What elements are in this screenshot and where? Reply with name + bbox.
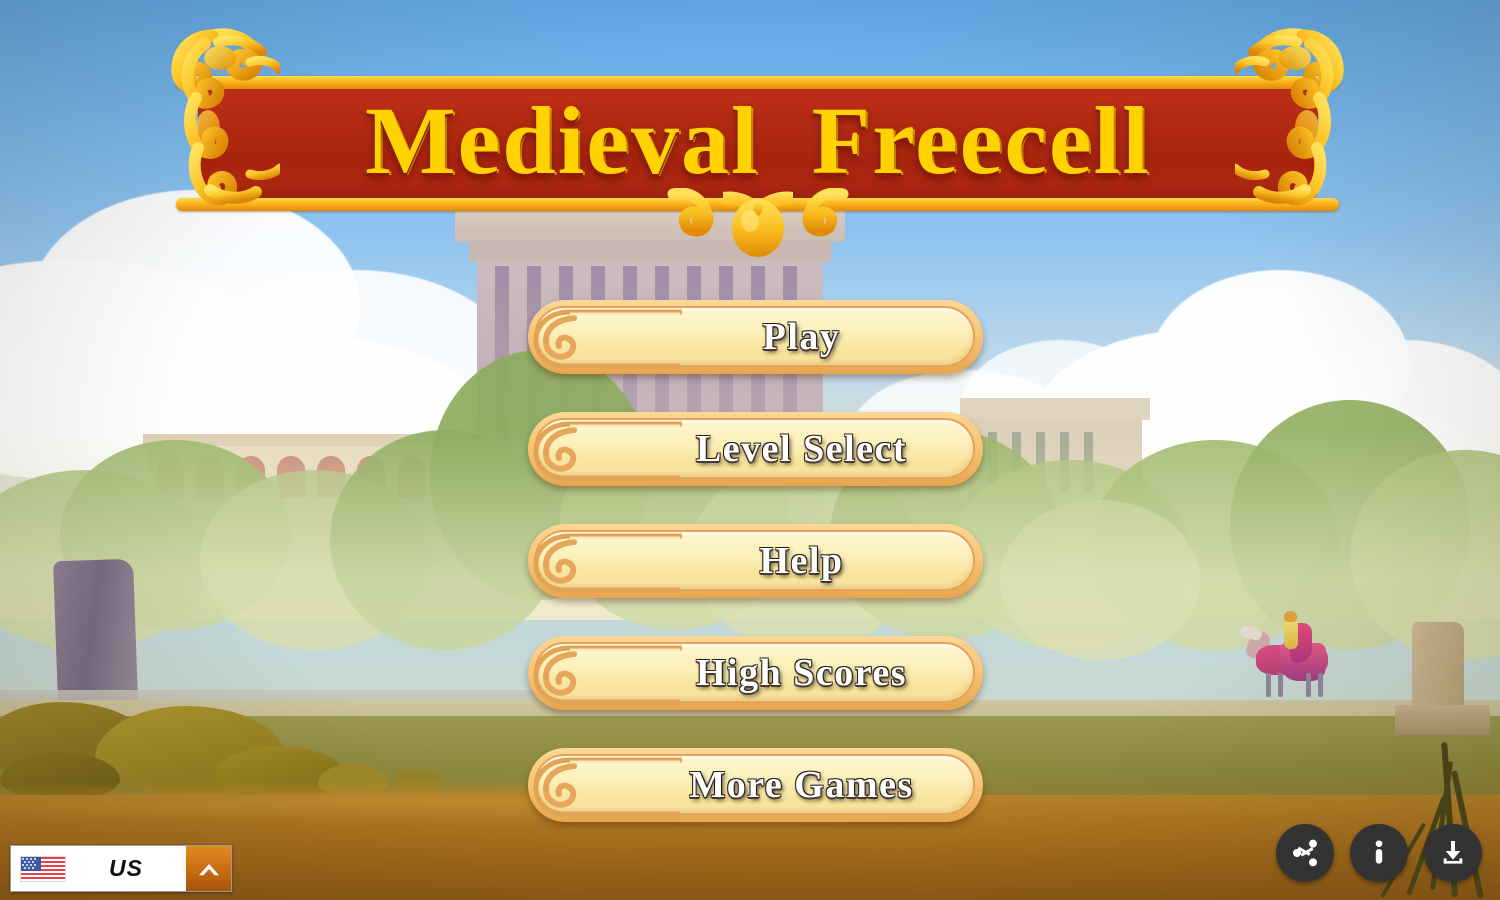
chevron-up-icon: [198, 863, 219, 875]
level-select-button[interactable]: Level Select: [528, 412, 983, 486]
play-button[interactable]: Play: [528, 300, 983, 374]
language-selector[interactable]: US: [10, 845, 232, 892]
info-button[interactable]: [1350, 824, 1408, 882]
main-menu: Play Level Select Help High Scores More …: [528, 300, 983, 860]
level-select-button-label: Level Select: [695, 428, 908, 470]
info-icon: [1375, 840, 1383, 864]
title-banner: Medieval Freecell: [150, 28, 1365, 257]
share-icon: [1293, 839, 1317, 867]
high-scores-button[interactable]: High Scores: [528, 636, 983, 710]
download-icon: [1443, 841, 1463, 864]
language-toggle-button[interactable]: [186, 846, 231, 891]
help-button-label: Help: [759, 540, 844, 582]
more-games-button[interactable]: More Games: [528, 748, 983, 822]
help-button[interactable]: Help: [528, 524, 983, 598]
more-games-button-label: More Games: [689, 764, 914, 806]
horse-and-rider: [1238, 611, 1340, 697]
share-button[interactable]: [1276, 824, 1334, 882]
pillar-base: [1395, 705, 1490, 735]
high-scores-button-label: High Scores: [695, 652, 908, 694]
play-button-label: Play: [762, 316, 841, 358]
game-title: Medieval Freecell: [365, 86, 1151, 194]
us-flag-icon: [20, 855, 66, 882]
language-code: US: [109, 855, 143, 881]
utility-buttons: [1276, 824, 1482, 882]
download-button[interactable]: [1424, 824, 1482, 882]
